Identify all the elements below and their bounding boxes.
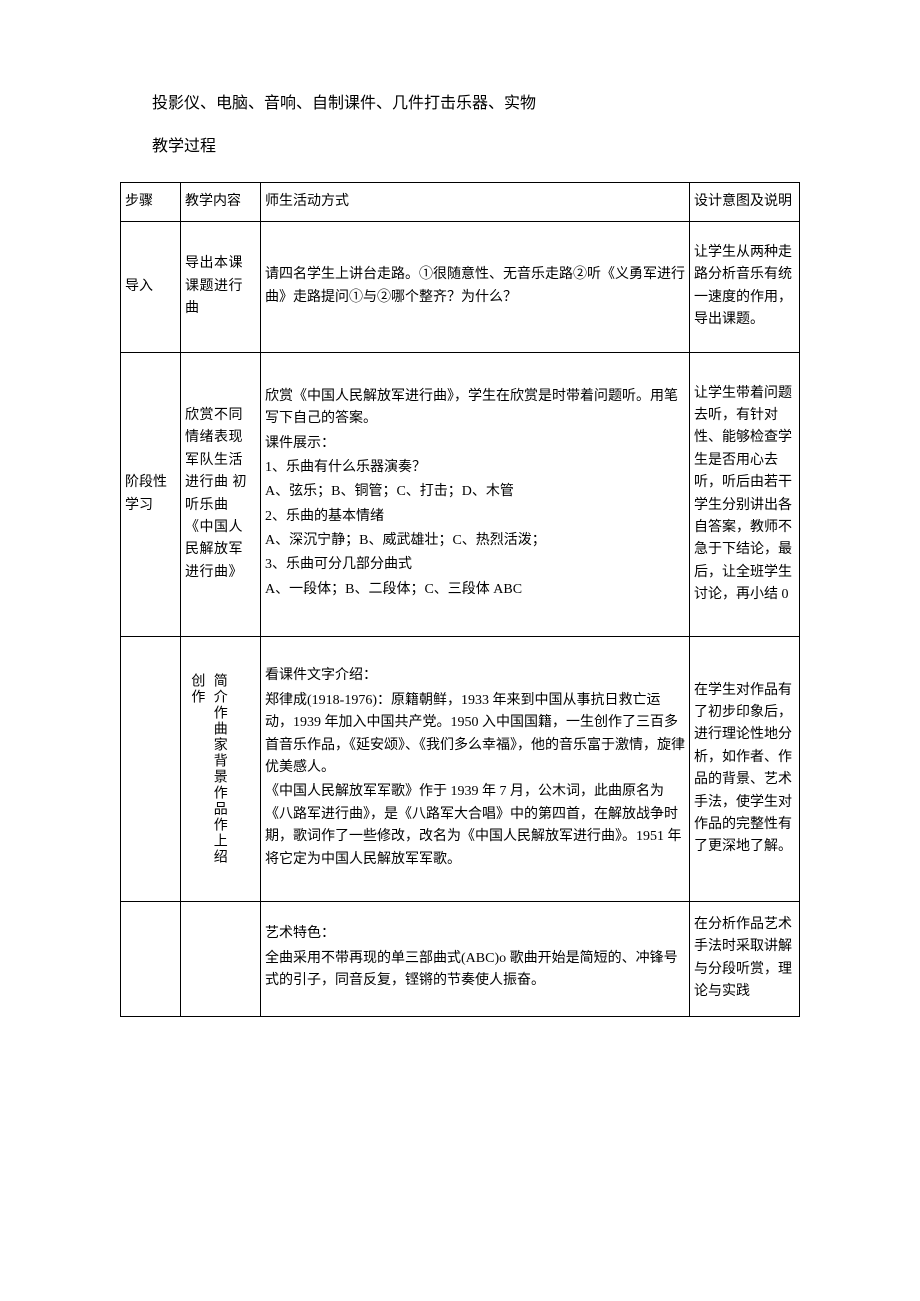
design-cell: 在分析作品艺术手法时采取讲解与分段听赏，理论与实践 bbox=[690, 901, 800, 1016]
activity-cell: 艺术特色： 全曲采用不带再现的单三部曲式(ABC)o 歌曲开始是简短的、冲锋号式… bbox=[261, 901, 690, 1016]
header-design: 设计意图及说明 bbox=[690, 182, 800, 221]
design-cell: 让学生从两种走路分析音乐有统一速度的作用，导出课题。 bbox=[690, 221, 800, 352]
activity-line: A、一段体；B、二段体；C、三段体 ABC bbox=[265, 579, 685, 601]
content-cell-empty bbox=[181, 901, 261, 1016]
step-cell: 阶段性学习 bbox=[121, 352, 181, 637]
table-row: 导入 导出本课课题进行曲 请四名学生上讲台走路。①很随意性、无音乐走路②听《义勇… bbox=[121, 221, 800, 352]
activity-line: 看课件文字介绍： bbox=[265, 665, 685, 687]
content-cell: 导出本课课题进行曲 bbox=[181, 221, 261, 352]
header-activity: 师生活动方式 bbox=[261, 182, 690, 221]
header-content: 教学内容 bbox=[181, 182, 261, 221]
table-row: 简介作曲家背景作品作上绍创作 看课件文字介绍： 郑律成(1918-1976)：原… bbox=[121, 637, 800, 902]
table-header-row: 步骤 教学内容 师生活动方式 设计意图及说明 bbox=[121, 182, 800, 221]
activity-line: A、弦乐；B、铜管；C、打击；D、木管 bbox=[265, 481, 685, 503]
activity-cell: 请四名学生上讲台走路。①很随意性、无音乐走路②听《义勇军进行曲》走路提问①与②哪… bbox=[261, 221, 690, 352]
intro-line-1: 投影仪、电脑、音响、自制课件、几件打击乐器、实物 bbox=[120, 90, 800, 119]
activity-cell: 欣赏《中国人民解放军进行曲》，学生在欣赏是时带着问题听。用笔写下自己的答案。 课… bbox=[261, 352, 690, 637]
design-cell: 让学生带着问题去听，有针对性、能够检查学生是否用心去听，听后由若干学生分别讲出各… bbox=[690, 352, 800, 637]
activity-line: 全曲采用不带再现的单三部曲式(ABC)o 歌曲开始是简短的、冲锋号式的引子，同音… bbox=[265, 948, 685, 993]
activity-line: 2、乐曲的基本情绪 bbox=[265, 506, 685, 528]
step-cell-empty bbox=[121, 637, 181, 902]
vertical-label: 简介作曲家背景作品作上绍创作 bbox=[185, 669, 230, 869]
content-cell-vertical: 简介作曲家背景作品作上绍创作 bbox=[181, 637, 261, 902]
content-cell: 欣赏不同情绪表现军队生活进行曲 初听乐曲《中国人民解放军进行曲》 bbox=[181, 352, 261, 637]
step-cell-empty bbox=[121, 901, 181, 1016]
step-cell: 导入 bbox=[121, 221, 181, 352]
header-step: 步骤 bbox=[121, 182, 181, 221]
activity-line: A、深沉宁静；B、威武雄壮；C、热烈活泼； bbox=[265, 530, 685, 552]
activity-line: 欣赏《中国人民解放军进行曲》，学生在欣赏是时带着问题听。用笔写下自己的答案。 bbox=[265, 386, 685, 431]
lesson-plan-table: 步骤 教学内容 师生活动方式 设计意图及说明 导入 导出本课课题进行曲 请四名学… bbox=[120, 182, 800, 1017]
table-row: 阶段性学习 欣赏不同情绪表现军队生活进行曲 初听乐曲《中国人民解放军进行曲》 欣… bbox=[121, 352, 800, 637]
activity-line: 郑律成(1918-1976)：原籍朝鲜，1933 年来到中国从事抗日救亡运动，1… bbox=[265, 690, 685, 780]
activity-line: 《中国人民解放军军歌》作于 1939 年 7 月，公木词，此曲原名为《八路军进行… bbox=[265, 781, 685, 871]
table-row: 艺术特色： 全曲采用不带再现的单三部曲式(ABC)o 歌曲开始是简短的、冲锋号式… bbox=[121, 901, 800, 1016]
activity-cell: 看课件文字介绍： 郑律成(1918-1976)：原籍朝鲜，1933 年来到中国从… bbox=[261, 637, 690, 902]
activity-line: 3、乐曲可分几部分曲式 bbox=[265, 554, 685, 576]
intro-line-2: 教学过程 bbox=[120, 133, 800, 162]
activity-line: 课件展示： bbox=[265, 433, 685, 455]
activity-line: 艺术特色： bbox=[265, 923, 685, 945]
activity-line: 1、乐曲有什么乐器演奏？ bbox=[265, 457, 685, 479]
design-cell: 在学生对作品有了初步印象后，进行理论性地分析，如作者、作品的背景、艺术手法，使学… bbox=[690, 637, 800, 902]
